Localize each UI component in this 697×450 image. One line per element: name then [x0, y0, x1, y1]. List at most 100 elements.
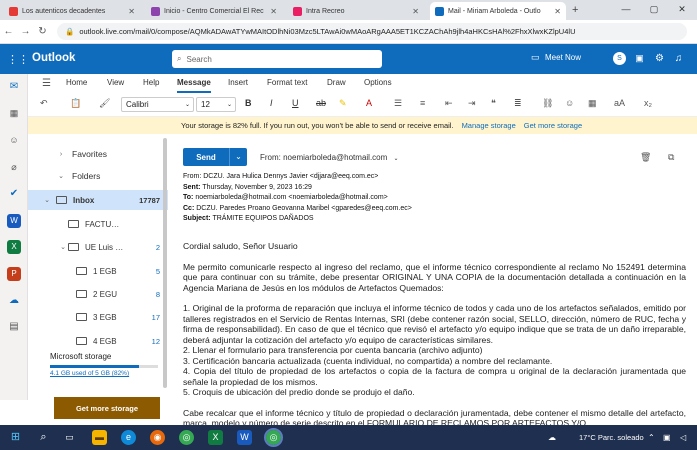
forward-icon[interactable]: → — [17, 26, 34, 37]
close-icon[interactable]: ✕ — [550, 7, 561, 16]
font-size-select[interactable]: 12 ⌄ — [196, 97, 236, 112]
skype-icon[interactable]: S — [613, 52, 626, 65]
emoji-icon[interactable]: ☺ — [565, 98, 574, 108]
close-icon[interactable]: ✕ — [408, 7, 419, 16]
minimize-icon[interactable]: — — [612, 4, 640, 14]
chrome-active-icon[interactable]: ◎ — [264, 428, 283, 447]
manage-storage-link[interactable]: Manage storage — [462, 121, 516, 130]
get-more-storage-button[interactable]: Get more storage — [54, 397, 160, 419]
indent-icon[interactable]: ⇥ — [468, 98, 476, 109]
folder-item[interactable]: 3 EGB 17 — [28, 307, 168, 327]
send-button[interactable]: Send — [183, 148, 229, 166]
chrome-icon[interactable]: ◎ — [179, 430, 194, 445]
excel-icon[interactable]: X — [7, 240, 21, 254]
bullets-icon[interactable]: ☰ — [394, 98, 402, 109]
attachment-icon[interactable]: ⌀ — [7, 160, 21, 174]
align-icon[interactable]: ≣ — [514, 98, 522, 109]
people-icon[interactable]: ☺ — [7, 133, 21, 147]
windows-start-icon[interactable]: ⊞ — [8, 430, 23, 445]
folder-item[interactable]: 1 EGB 5 — [28, 261, 168, 281]
powerpoint-icon[interactable]: P — [7, 267, 21, 281]
undo-icon[interactable]: ↶ — [40, 98, 48, 109]
browser-tab[interactable]: Inicio - Centro Comercial El Rec ✕ — [146, 2, 282, 20]
maximize-icon[interactable]: ▢ — [640, 4, 668, 15]
paste-icon[interactable]: 📋 — [70, 98, 81, 109]
subscript-icon[interactable]: x₂ — [644, 98, 652, 108]
browser-tab-active[interactable]: Mail - Miriam Arboleda - Outlo ✕ — [430, 2, 566, 20]
folder-inbox[interactable]: ⌄ Inbox 17787 — [28, 190, 168, 210]
close-icon[interactable]: ✕ — [266, 7, 277, 16]
edge-icon[interactable]: e — [121, 430, 136, 445]
bold-icon[interactable]: B — [245, 98, 252, 108]
quoted-sent-value: Thursday, November 9, 2023 16:29 — [200, 183, 312, 191]
volume-icon[interactable]: ◁ — [680, 433, 686, 442]
folder-folders[interactable]: ⌄ Folders — [28, 166, 168, 186]
styles-icon[interactable]: aA — [614, 98, 625, 108]
network-icon[interactable]: ▣ — [663, 433, 671, 442]
word-icon[interactable]: W — [7, 214, 21, 228]
browser-tab[interactable]: Los autenticos decadentes ✕ — [4, 2, 140, 20]
app-launcher-icon[interactable]: ⋮⋮ — [7, 53, 29, 66]
folder-item[interactable]: FACTU… — [28, 214, 168, 234]
tab-home[interactable]: Home — [66, 78, 87, 87]
strikethrough-icon[interactable]: ab — [316, 98, 326, 108]
onedrive-icon[interactable]: ☁ — [7, 294, 21, 308]
task-view-icon[interactable]: ▭ — [62, 430, 77, 445]
trash-icon[interactable]: 🗑 — [640, 152, 651, 163]
message-body[interactable]: Cordial saludo, Señor Usuario Me permito… — [183, 241, 686, 439]
quote-icon[interactable]: ❝ — [491, 98, 496, 109]
folder-scrollbar[interactable] — [163, 138, 167, 388]
settings-icon[interactable]: ⚙ — [653, 52, 666, 65]
tab-format-text[interactable]: Format text — [267, 78, 307, 87]
underline-icon[interactable]: U — [292, 98, 299, 108]
folder-item[interactable]: ⌄ UE Luis … 2 — [28, 237, 168, 257]
format-painter-icon[interactable]: 🖌 — [99, 98, 110, 109]
mail-icon[interactable]: ✉ — [7, 80, 21, 94]
excel-icon[interactable]: X — [208, 430, 223, 445]
tab-insert[interactable]: Insert — [228, 78, 248, 87]
folder-item[interactable]: 4 EGB 12 — [28, 331, 168, 351]
highlight-icon[interactable]: ✎ — [339, 98, 347, 109]
meet-now-button[interactable]: Meet Now — [545, 53, 581, 62]
reload-icon[interactable]: ↻ — [34, 26, 51, 37]
tab-draw[interactable]: Draw — [327, 78, 346, 87]
italic-icon[interactable]: I — [270, 98, 273, 108]
link-icon[interactable]: ⛓ — [542, 98, 553, 109]
notification-chevron-icon[interactable]: ⌃ — [648, 433, 655, 442]
collapse-pane-icon[interactable]: ☰ — [42, 78, 51, 89]
new-tab-button[interactable]: + — [572, 4, 578, 16]
video-icon[interactable]: ▭ — [531, 52, 540, 63]
tab-options[interactable]: Options — [364, 78, 392, 87]
teams-icon[interactable]: ▣ — [633, 52, 646, 65]
from-field[interactable]: From: noemiarboleda@hotmail.com ⌄ — [260, 153, 399, 162]
outdent-icon[interactable]: ⇤ — [445, 98, 453, 109]
tab-view[interactable]: View — [107, 78, 124, 87]
folder-item[interactable]: 2 EGU 8 — [28, 284, 168, 304]
folder-favorites[interactable]: › Favorites — [28, 144, 168, 164]
tab-message[interactable]: Message — [177, 78, 211, 87]
close-window-icon[interactable]: ✕ — [668, 4, 696, 15]
search-input[interactable]: ⌕ Search — [172, 50, 382, 68]
calendar-icon[interactable]: ▦ — [7, 106, 21, 120]
browser-tab[interactable]: Intra Recreo ✕ — [288, 2, 424, 20]
word-icon[interactable]: W — [237, 430, 252, 445]
office-apps-icon[interactable]: ▤ — [7, 320, 21, 334]
table-icon[interactable]: ▦ — [588, 98, 597, 109]
numbering-icon[interactable]: ≡ — [420, 98, 425, 108]
close-icon[interactable]: ✕ — [124, 7, 135, 16]
popout-icon[interactable]: ⧉ — [668, 152, 674, 163]
weather-text[interactable]: 17°C Parc. soleado — [579, 433, 644, 442]
bell-icon[interactable]: ♫ — [672, 52, 685, 65]
storage-used-link[interactable]: 4.1 GB used of 5 GB (82%) — [50, 370, 165, 377]
get-more-storage-link[interactable]: Get more storage — [524, 121, 582, 130]
back-icon[interactable]: ← — [0, 26, 17, 37]
firefox-icon[interactable]: ◉ — [150, 430, 165, 445]
search-icon[interactable]: ⌕ — [36, 430, 51, 445]
url-input[interactable]: 🔒 outlook.live.com/mail/0/compose/AQMkAD… — [57, 23, 687, 40]
send-options-chevron-icon[interactable]: ⌄ — [229, 148, 247, 166]
font-name-select[interactable]: Calibri ⌄ — [121, 97, 194, 112]
font-color-icon[interactable]: A — [366, 98, 372, 108]
file-explorer-icon[interactable]: ▬ — [92, 430, 107, 445]
todo-icon[interactable]: ✔ — [7, 187, 21, 201]
tab-help[interactable]: Help — [143, 78, 159, 87]
